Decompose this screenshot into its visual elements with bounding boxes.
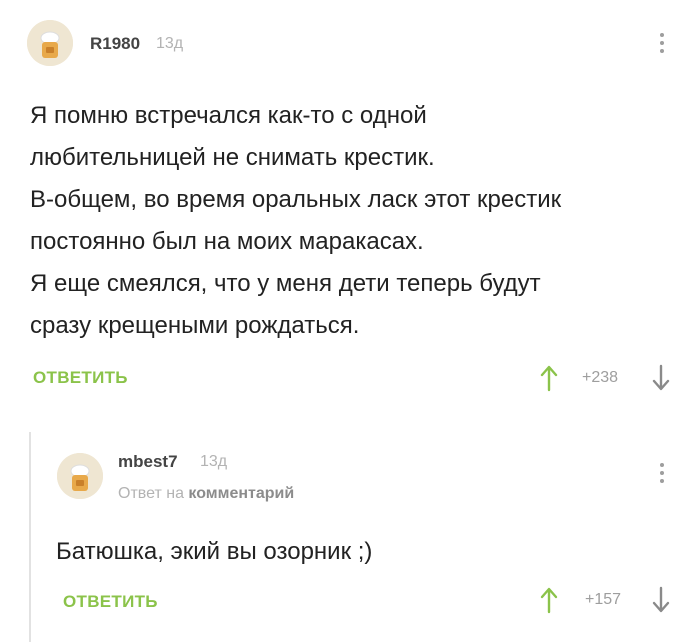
rating-count: +238 xyxy=(582,369,619,386)
avatar[interactable] xyxy=(57,453,103,499)
username[interactable]: mbest7 xyxy=(118,452,178,472)
arrow-down-icon[interactable] xyxy=(652,364,670,392)
reply-to-info: Ответ на комментарий xyxy=(118,485,294,503)
comment-line: В-общем, во время оральных ласк этот кре… xyxy=(30,186,562,213)
more-vertical-icon[interactable] xyxy=(657,460,667,488)
more-vertical-icon[interactable] xyxy=(657,30,667,58)
arrow-up-icon[interactable] xyxy=(540,586,558,614)
comment-line: любительницей не снимать крестик. xyxy=(30,144,435,171)
timestamp: 13д xyxy=(156,35,184,52)
reply-button[interactable]: ОТВЕТИТЬ xyxy=(63,592,158,612)
arrow-down-icon[interactable] xyxy=(652,586,670,614)
comment-line: Батюшка, экий вы озорник ;) xyxy=(56,538,373,565)
thread-line[interactable] xyxy=(29,432,31,642)
comment-line: Я еще смеялся, что у меня дети теперь бу… xyxy=(30,270,541,297)
arrow-up-icon[interactable] xyxy=(540,364,558,392)
timestamp: 13д xyxy=(200,453,228,470)
rating-count: +157 xyxy=(585,591,622,608)
reply-prefix: Ответ на xyxy=(118,485,184,502)
comment-line: сразу крещеными рождаться. xyxy=(30,312,360,339)
reply-button[interactable]: ОТВЕТИТЬ xyxy=(33,368,128,388)
comment-line: Я помню встречался как-то с одной xyxy=(30,102,427,129)
comment-text: Я помню встречался как-то с одной любите… xyxy=(30,95,690,347)
comment-line: постоянно был на моих маракасах. xyxy=(30,228,424,255)
username[interactable]: R1980 xyxy=(90,34,140,54)
reply-target-link[interactable]: комментарий xyxy=(188,485,294,502)
reply-comment: mbest7 13д Ответ на комментарий Батюшка,… xyxy=(0,410,700,642)
avatar[interactable] xyxy=(27,20,73,66)
comment-text: Батюшка, экий вы озорник ;) xyxy=(56,531,676,573)
comment: R1980 13д Я помню встречался как-то с од… xyxy=(0,0,700,410)
